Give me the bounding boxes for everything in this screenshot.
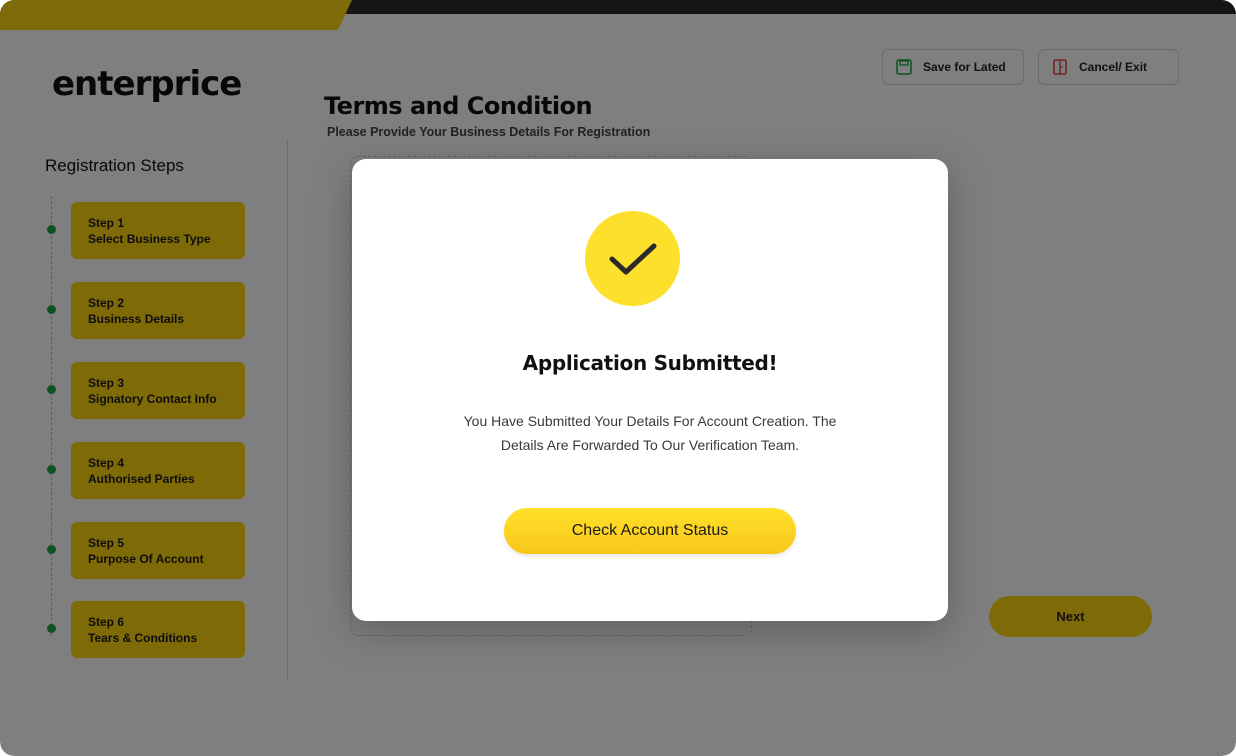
modal-message: You Have Submitted Your Details For Acco…: [463, 413, 837, 453]
modal-title: Application Submitted!: [522, 351, 778, 375]
success-modal: Application Submitted! You Have Submitte…: [352, 159, 948, 621]
check-account-status-button[interactable]: Check Account Status: [504, 508, 796, 554]
app-window: enterprice Save for Lated Cancel/ Exit T…: [0, 0, 1236, 756]
success-badge: [585, 211, 680, 306]
checkmark-icon: [609, 243, 656, 274]
